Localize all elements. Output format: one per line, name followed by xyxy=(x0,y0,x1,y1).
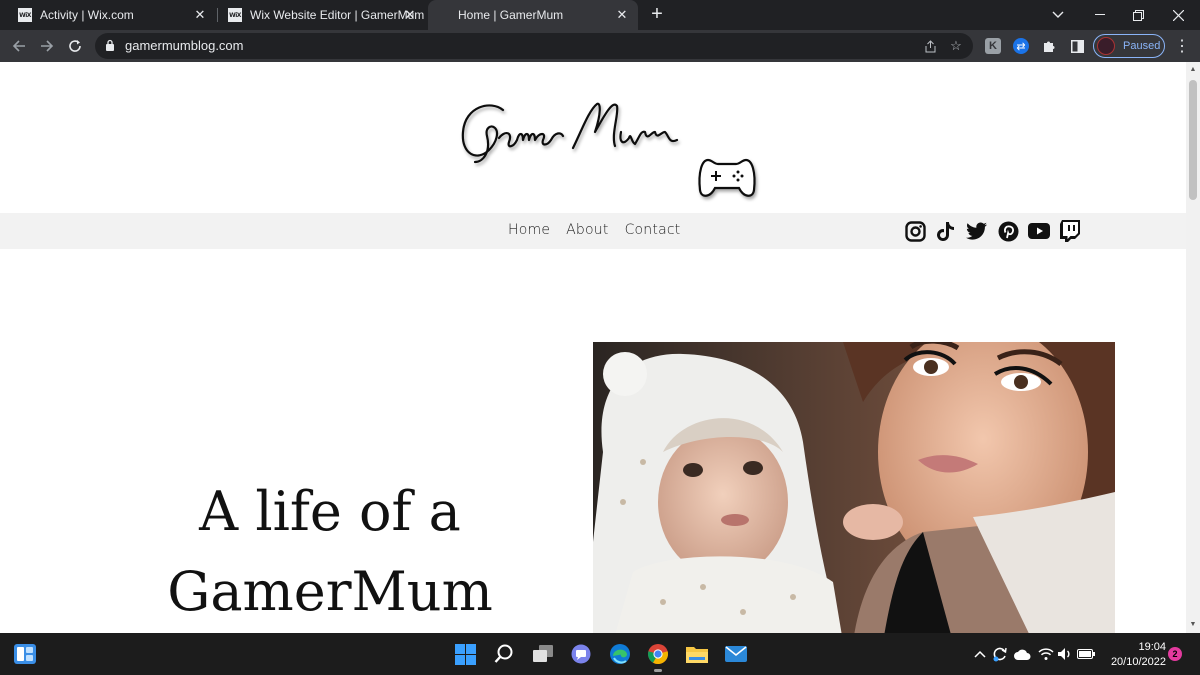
scroll-up-arrow-icon[interactable]: ▲ xyxy=(1186,64,1200,76)
scroll-thumb[interactable] xyxy=(1189,80,1197,200)
forward-arrow-icon[interactable] xyxy=(36,35,58,57)
wifi-icon[interactable] xyxy=(1037,645,1055,663)
scroll-down-arrow-icon[interactable]: ▼ xyxy=(1186,619,1200,631)
back-arrow-icon[interactable] xyxy=(8,35,30,57)
teams-chat-icon[interactable] xyxy=(569,642,593,666)
tab-home-gamermum[interactable]: Home | GamerMum ✕ xyxy=(428,0,638,30)
main-menu: Home About Contact xyxy=(508,222,680,238)
nav-home[interactable]: Home xyxy=(508,222,550,238)
tab-search-icon[interactable] xyxy=(1038,0,1078,30)
pinterest-icon[interactable] xyxy=(997,220,1019,242)
instagram-icon[interactable] xyxy=(904,220,926,242)
hero-line-2: GamerMum xyxy=(167,560,493,623)
mail-icon[interactable] xyxy=(724,642,748,666)
lock-icon xyxy=(106,39,114,51)
site-nav-bar: Home About Contact xyxy=(0,213,1186,249)
onedrive-cloud-icon[interactable] xyxy=(1013,645,1031,663)
close-window-button[interactable] xyxy=(1158,0,1198,30)
battery-icon[interactable] xyxy=(1077,645,1095,663)
chrome-icon[interactable] xyxy=(646,642,670,672)
page-scrollbar[interactable]: ▲ ▼ xyxy=(1186,62,1200,633)
share-icon[interactable] xyxy=(921,37,939,55)
tab-title: Activity | Wix.com xyxy=(40,8,134,22)
tab-wix-editor[interactable]: WiX Wix Website Editor | GamerMum ✕ xyxy=(218,0,426,30)
close-tab-icon[interactable]: ✕ xyxy=(192,7,208,23)
minimize-button[interactable] xyxy=(1080,0,1120,30)
tab-title: Wix Website Editor | GamerMum xyxy=(250,8,425,22)
sync-icon[interactable] xyxy=(991,645,1009,663)
clock-date: 20/10/2022 xyxy=(1110,656,1166,668)
start-icon[interactable] xyxy=(453,642,477,666)
nav-contact[interactable]: Contact xyxy=(625,222,681,238)
tab-strip: WiX Activity | Wix.com ✕ WiX Wix Website… xyxy=(0,0,1200,30)
url-text: gamermumblog.com xyxy=(125,38,244,53)
avatar xyxy=(1097,37,1115,55)
new-tab-button[interactable]: + xyxy=(646,4,668,26)
tab-title: Home | GamerMum xyxy=(458,8,564,22)
twitter-icon[interactable] xyxy=(966,220,988,242)
tab-activity[interactable]: WiX Activity | Wix.com ✕ xyxy=(2,0,216,30)
chevron-up-icon[interactable] xyxy=(971,645,989,663)
notification-badge[interactable]: 2 xyxy=(1168,647,1182,661)
side-panel-icon[interactable] xyxy=(1069,38,1085,54)
nav-about[interactable]: About xyxy=(566,222,608,238)
close-tab-icon[interactable]: ✕ xyxy=(614,7,630,23)
clock-time: 19:04 xyxy=(1138,641,1166,653)
extension-circle-icon[interactable]: ⇄ xyxy=(1013,38,1029,54)
profile-status: Paused xyxy=(1123,40,1161,52)
tiktok-icon[interactable] xyxy=(935,220,957,242)
search-icon[interactable] xyxy=(492,642,516,666)
hero-heading: A life of a GamerMum xyxy=(130,472,530,632)
social-links xyxy=(904,220,1081,242)
extensions-puzzle-icon[interactable] xyxy=(1041,38,1057,54)
wix-favicon: WiX xyxy=(228,8,242,22)
extension-k-icon[interactable]: K xyxy=(985,38,1001,54)
windows-taskbar: 19:04 20/10/2022 2 xyxy=(0,633,1200,675)
address-bar[interactable]: gamermumblog.com ☆ xyxy=(95,33,973,59)
bookmark-star-icon[interactable]: ☆ xyxy=(947,37,965,55)
browser-toolbar: gamermumblog.com ☆ K ⇄ Paused ⋮ xyxy=(0,30,1200,62)
hero-line-1: A life of a xyxy=(199,480,461,543)
reload-icon[interactable] xyxy=(64,35,86,57)
twitch-icon[interactable] xyxy=(1059,220,1081,242)
edge-icon[interactable] xyxy=(608,642,632,666)
restore-button[interactable] xyxy=(1118,0,1158,30)
widgets-icon[interactable] xyxy=(13,642,37,666)
hero-photo xyxy=(593,342,1115,633)
volume-icon[interactable] xyxy=(1056,645,1074,663)
profile-button[interactable]: Paused xyxy=(1093,34,1165,58)
gamermum-logo[interactable] xyxy=(455,92,765,212)
close-tab-icon[interactable]: ✕ xyxy=(402,7,418,23)
wix-favicon: WiX xyxy=(18,8,32,22)
file-explorer-icon[interactable] xyxy=(685,642,709,666)
menu-kebab-icon[interactable]: ⋮ xyxy=(1174,36,1190,56)
web-page: Home About Contact A life of a GamerMum xyxy=(0,62,1186,633)
system-clock[interactable]: 19:04 20/10/2022 xyxy=(1102,640,1166,670)
task-view-icon[interactable] xyxy=(531,642,555,666)
youtube-icon[interactable] xyxy=(1028,220,1050,242)
